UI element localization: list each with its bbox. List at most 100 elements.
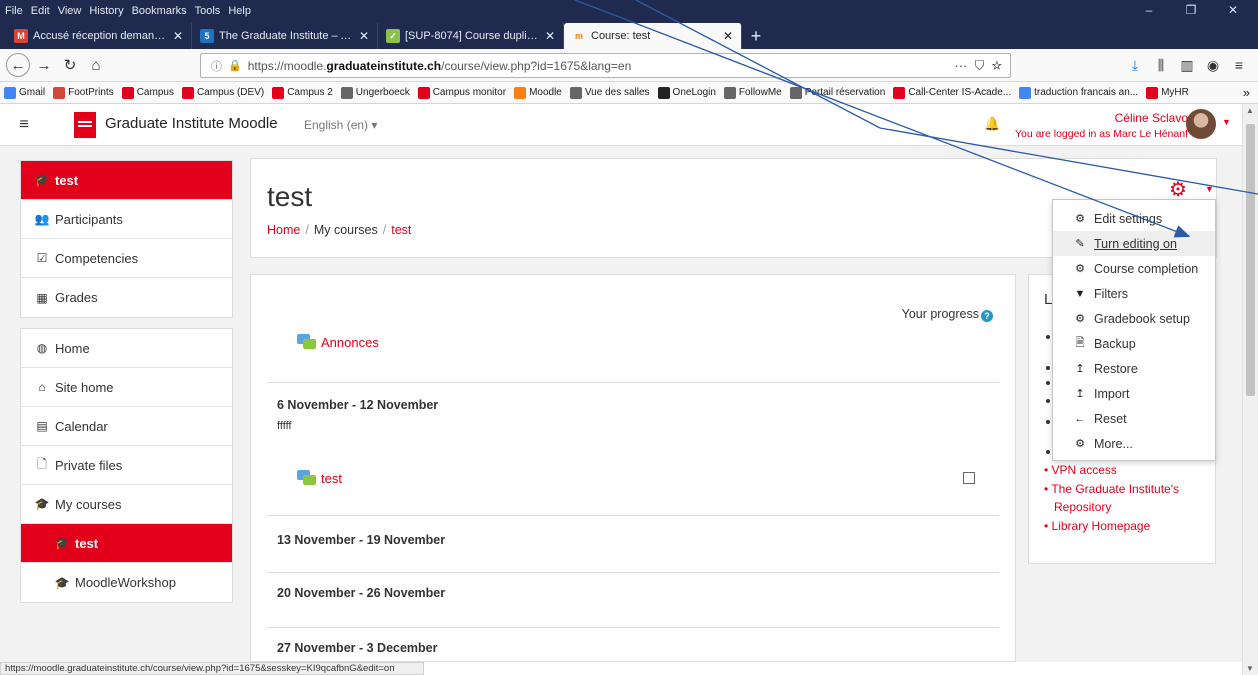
bookmark-item[interactable]: FootPrints (53, 86, 114, 99)
restore-icon[interactable]: ❐ (1174, 0, 1208, 21)
scroll-down-icon[interactable]: ▼ (1246, 664, 1254, 673)
nav-item-private-files[interactable]: 🗋 Private files (21, 446, 232, 485)
close-tab-icon[interactable]: ✕ (173, 29, 183, 43)
menu-item-import[interactable]: ↥ Import (1053, 381, 1215, 406)
bookmark-item[interactable]: Call-Center IS-Acade... (893, 86, 1011, 99)
menu-item-restore[interactable]: ↥ Restore (1053, 356, 1215, 381)
bookmarks-overflow-icon[interactable]: » (1243, 85, 1250, 100)
bookmark-star-icon[interactable]: ☆ (992, 58, 1002, 73)
back-icon[interactable]: ← (6, 53, 30, 77)
nav-item-participants[interactable]: 👥 Participants (21, 200, 232, 239)
close-tab-icon[interactable]: ✕ (359, 29, 369, 43)
bookmark-item[interactable]: Campus (121, 86, 174, 99)
bookmark-item[interactable]: Portail réservation (789, 86, 885, 99)
reload-icon[interactable]: ↻ (58, 53, 82, 77)
close-tab-icon[interactable]: ✕ (723, 29, 733, 43)
section-title[interactable]: 13 November - 19 November (277, 533, 445, 547)
bookmark-item[interactable]: Moodle (514, 86, 562, 99)
nav-item-my-courses[interactable]: 🎓 My courses (21, 485, 232, 524)
address-bar[interactable]: ⓘ 🔒 https://moodle. graduateinstitute.ch /… (200, 53, 1011, 78)
avatar[interactable] (1186, 109, 1216, 139)
menu-item-turn-editing-on[interactable]: ✎ Turn editing on (1053, 231, 1215, 256)
menu-item-reset[interactable]: ← Reset (1053, 406, 1215, 431)
download-icon[interactable]: ⤓ (1122, 53, 1148, 77)
more-actions-icon[interactable]: ··· (954, 58, 967, 73)
link-repository[interactable]: • The Graduate Institute's Repository (1044, 480, 1214, 517)
menu-file[interactable]: File (5, 5, 23, 17)
link-library-homepage[interactable]: • Library Homepage (1044, 517, 1214, 536)
calendar-icon: ▤ (36, 419, 48, 433)
notification-bell-icon[interactable]: 🔔 (984, 116, 1000, 132)
nav-item-grades[interactable]: ▦ Grades (21, 278, 232, 317)
minimize-icon[interactable]: – (1132, 0, 1166, 21)
menu-item-gradebook-setup[interactable]: ⚙ Gradebook setup (1053, 306, 1215, 331)
site-name[interactable]: Graduate Institute Moodle (105, 115, 278, 132)
tab-course-test[interactable]: m Course: test ✕ (564, 23, 742, 49)
chevron-down-icon[interactable]: ▼ (1205, 184, 1214, 194)
menu-bookmarks[interactable]: Bookmarks (132, 5, 187, 17)
menu-item-filters[interactable]: ▼ Filters (1053, 281, 1215, 306)
hamburger-menu-icon[interactable]: ≡ (1226, 53, 1252, 77)
library-icon[interactable]: ⫼ (1148, 53, 1174, 77)
pocket-icon[interactable]: ⛉ (971, 58, 988, 73)
new-tab-button[interactable]: + (742, 23, 770, 49)
menu-label: More... (1094, 436, 1133, 451)
menu-item-course-completion[interactable]: ⚙ Course completion (1053, 256, 1215, 281)
tab-support-ticket[interactable]: ✓ [SUP-8074] Course duplication ✕ (378, 23, 564, 49)
breadcrumb-my-courses[interactable]: My courses (314, 223, 378, 237)
close-window-icon[interactable]: ✕ (1216, 0, 1250, 21)
bookmark-item[interactable]: Vue des salles (569, 86, 650, 99)
extension-icon[interactable]: ◉ (1200, 53, 1226, 77)
menu-item-more[interactable]: ⚙ More... (1053, 431, 1215, 456)
drawer-toggle-icon[interactable]: ≡ (12, 114, 36, 136)
completion-checkbox[interactable] (963, 472, 975, 484)
bookmark-favicon-icon (893, 86, 906, 99)
activity-test-forum[interactable]: test (297, 470, 342, 486)
breadcrumb-course[interactable]: test (391, 223, 411, 237)
section-title[interactable]: 20 November - 26 November (277, 586, 445, 600)
nav-item-moodleworkshop[interactable]: 🎓 MoodleWorkshop (21, 563, 232, 602)
bookmark-item[interactable]: Campus 2 (272, 86, 333, 99)
menu-tools[interactable]: Tools (195, 5, 221, 17)
menu-item-edit-settings[interactable]: ⚙ Edit settings (1053, 206, 1215, 231)
bookmark-item[interactable]: MyHR (1146, 86, 1189, 99)
nav-item-my-course-test[interactable]: 🎓 test (21, 524, 232, 563)
nav-item-course-test[interactable]: 🎓 test (21, 161, 232, 200)
section-title[interactable]: 27 November - 3 December (277, 641, 438, 655)
bookmark-item[interactable]: Gmail (4, 86, 45, 99)
bookmark-item[interactable]: Campus monitor (417, 86, 506, 99)
scroll-thumb[interactable] (1246, 124, 1255, 396)
tab-agenda[interactable]: 5 The Graduate Institute – Agend ✕ (192, 23, 378, 49)
nav-item-calendar[interactable]: ▤ Calendar (21, 407, 232, 446)
close-tab-icon[interactable]: ✕ (545, 29, 555, 43)
link-vpn-access[interactable]: • VPN access (1044, 461, 1214, 480)
info-icon[interactable]: ⓘ (211, 58, 222, 74)
menu-edit[interactable]: Edit (31, 5, 50, 17)
nav-item-home[interactable]: ◍ Home (21, 329, 232, 368)
nav-item-site-home[interactable]: ⌂ Site home (21, 368, 232, 407)
tab-gmail[interactable]: M Accusé réception demande rés ✕ (6, 23, 192, 49)
menu-help[interactable]: Help (228, 5, 251, 17)
activity-announcements[interactable]: Annonces (297, 334, 379, 350)
sidebar-icon[interactable]: ▥ (1174, 53, 1200, 77)
section-divider (267, 627, 999, 628)
section-title[interactable]: 6 November - 12 November (277, 398, 438, 412)
breadcrumb-home[interactable]: Home (267, 223, 300, 237)
language-menu[interactable]: English (en) ▾ (304, 118, 377, 132)
user-name[interactable]: Céline Sclavo (1115, 111, 1188, 125)
home-icon[interactable]: ⌂ (84, 53, 108, 77)
page-scrollbar[interactable]: ▲ ▼ (1242, 104, 1258, 675)
menu-item-backup[interactable]: 🗎 Backup (1053, 331, 1215, 356)
bookmark-item[interactable]: Campus (DEV) (181, 86, 264, 99)
bookmark-item[interactable]: traduction francais an... (1019, 86, 1138, 99)
nav-item-competencies[interactable]: ☑ Competencies (21, 239, 232, 278)
bookmark-item[interactable]: Ungerboeck (340, 86, 410, 99)
bookmark-item[interactable]: OneLogin (657, 86, 716, 99)
help-icon[interactable]: ? (981, 310, 993, 322)
bookmark-item[interactable]: FollowMe (723, 86, 782, 99)
scroll-up-icon[interactable]: ▲ (1246, 106, 1254, 115)
forward-icon[interactable]: → (32, 53, 56, 77)
chevron-down-icon[interactable]: ▼ (1222, 117, 1231, 127)
menu-history[interactable]: History (89, 5, 123, 17)
menu-view[interactable]: View (58, 5, 82, 17)
